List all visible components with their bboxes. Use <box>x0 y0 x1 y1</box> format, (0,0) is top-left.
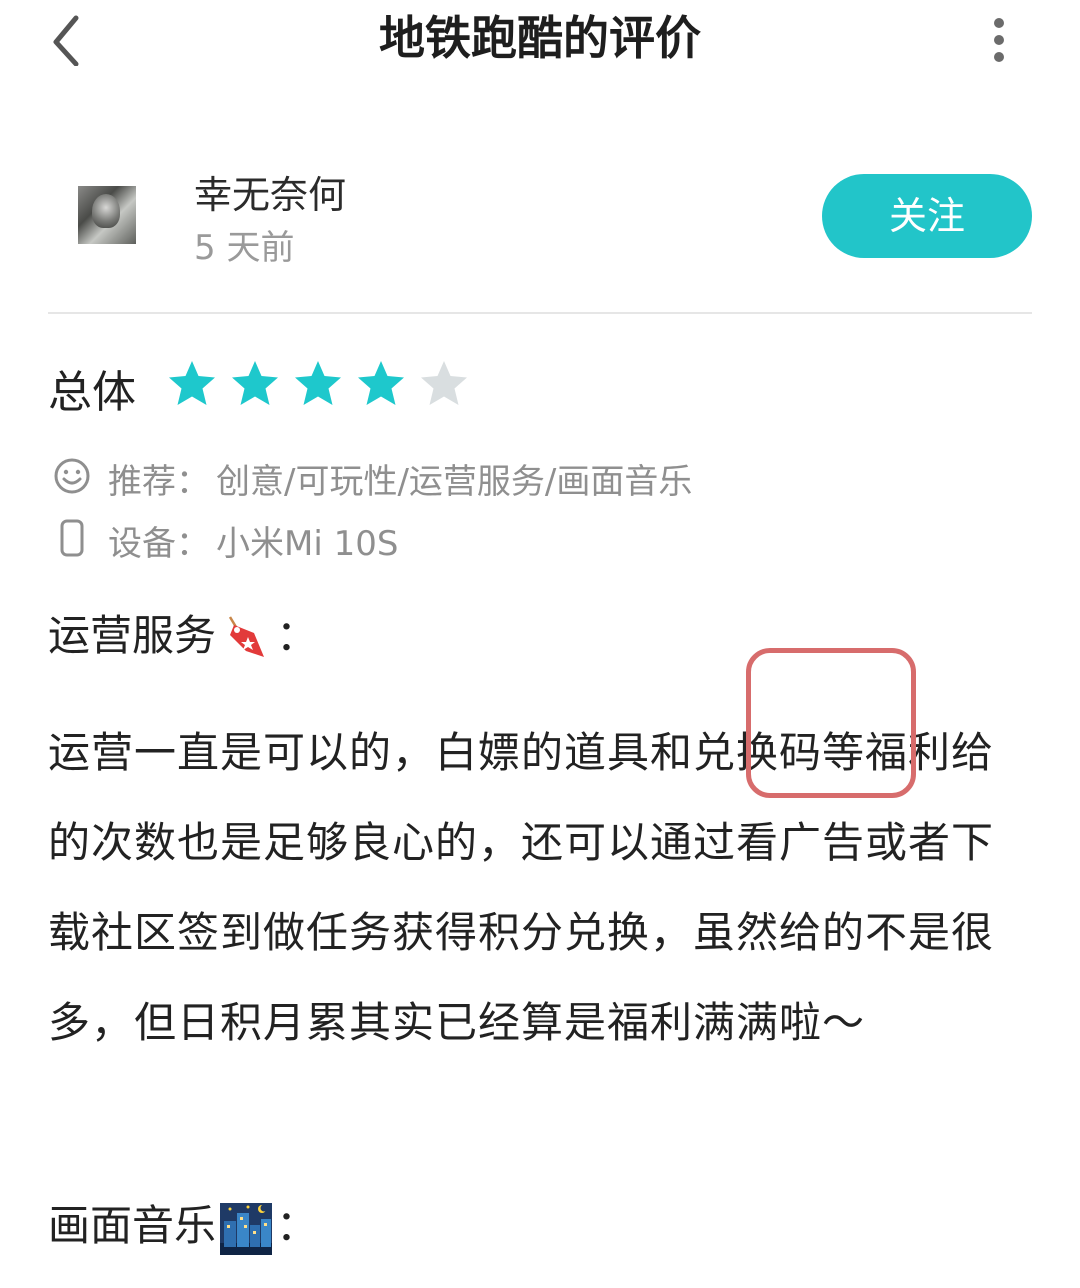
avatar[interactable] <box>78 186 136 244</box>
rating-label: 总体 <box>48 367 136 418</box>
night-city-emoji <box>220 1202 273 1255</box>
section-title-operations: 运营服务 ： <box>48 602 318 665</box>
top-bar: 地铁跑酷的评价 <box>0 0 1080 80</box>
section-colon: ： <box>276 1201 319 1250</box>
star-filled-icon <box>358 361 404 405</box>
phone-icon <box>60 519 84 557</box>
smiley-icon <box>54 458 90 494</box>
section-colon: ： <box>276 611 319 660</box>
author-row: 幸无奈何 5 天前 关注 <box>48 150 1032 290</box>
rating-row: 总体 <box>48 350 1032 420</box>
back-button[interactable] <box>40 6 90 66</box>
section-title-text: 运营服务 <box>48 611 217 660</box>
more-options-button[interactable] <box>976 12 1022 68</box>
device-row: 设备： 小米Mi 10S <box>48 514 1032 564</box>
section-title-text: 画面音乐 <box>48 1201 217 1250</box>
avatar-figure <box>92 194 120 228</box>
recommend-label: 推荐： <box>108 462 210 502</box>
highlight-annotation-box <box>746 648 916 798</box>
follow-button[interactable]: 关注 <box>822 174 1032 258</box>
page-title: 地铁跑酷的评价 <box>379 11 701 65</box>
review-detail-page: 地铁跑酷的评价 幸无奈何 5 天前 关注 总体 推荐： 创意/可玩性/运营服务/… <box>0 0 1080 1288</box>
star-filled-icon <box>232 361 278 405</box>
more-vertical-icon <box>994 18 1004 28</box>
tag-emoji <box>228 615 265 657</box>
chevron-left-icon <box>53 15 79 66</box>
recommend-row: 推荐： 创意/可玩性/运营服务/画面音乐 <box>48 452 1032 502</box>
star-filled-icon <box>169 361 215 405</box>
divider <box>48 312 1032 314</box>
more-dot <box>994 52 1004 62</box>
section-title-graphics-music: 画面音乐 ： <box>48 1192 318 1255</box>
device-value: 小米Mi 10S <box>216 524 399 564</box>
star-filled-icon <box>295 361 341 405</box>
recommend-value: 创意/可玩性/运营服务/画面音乐 <box>216 462 693 502</box>
more-dot <box>994 35 1004 45</box>
author-name[interactable]: 幸无奈何 <box>194 164 346 219</box>
post-time: 5 天前 <box>194 228 295 268</box>
device-label: 设备： <box>108 524 210 564</box>
star-empty-icon <box>421 361 467 405</box>
